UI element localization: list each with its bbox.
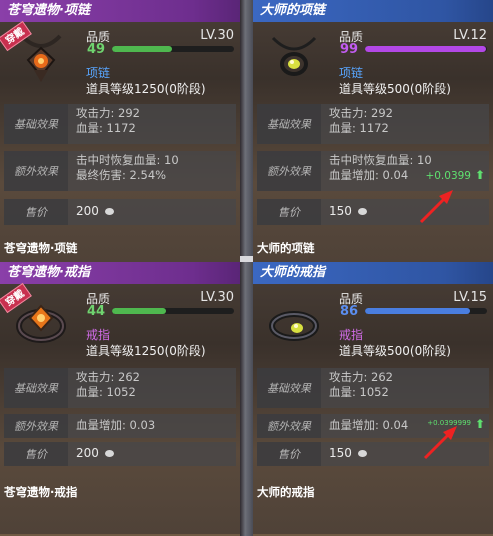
price-label: 售价 [257, 442, 321, 466]
extra-stat-1: 血量增加: 0.03 [76, 418, 156, 432]
coin-icon [104, 450, 114, 457]
price-value: 200 [76, 204, 99, 218]
extra-effect-row: 额外效果 击中时恢复血量: 10 血量增加: 0.04 +0.0399 ⬆ [257, 151, 489, 191]
base-effect-label: 基础效果 [4, 104, 68, 144]
extra-effect-label: 额外效果 [257, 414, 321, 438]
price-label: 售价 [257, 199, 321, 225]
item-type: 戒指 [86, 328, 111, 342]
extra-stat-1: 击中时恢复血量: 10 [76, 153, 179, 167]
quality-value: 49 [87, 42, 106, 57]
price-row: 售价 200 [4, 442, 236, 466]
base-effect-row: 基础效果 攻击力: 292 血量: 1172 [257, 104, 489, 144]
quality-bar [112, 308, 234, 314]
base-stat-attack: 攻击力: 292 [76, 106, 140, 120]
coin-icon [357, 208, 367, 215]
quality-value: 44 [87, 304, 106, 319]
extra-stat-2: 最终伤害: 2.54% [76, 168, 167, 182]
base-stat-hp: 血量: 1052 [76, 385, 136, 399]
card-title: 大师的戒指 [253, 262, 493, 284]
red-pointer-arrow-icon [419, 190, 453, 224]
base-effect-row: 基础效果 攻击力: 262 血量: 1052 [257, 368, 489, 408]
quality-value: 99 [340, 42, 359, 57]
bottom-item-name: 大师的戒指 [257, 485, 315, 499]
item-type: 戒指 [339, 328, 364, 342]
item-level-badge: LV.12 [453, 28, 487, 43]
item-card-relic-necklace[interactable]: 苍穹遗物·项链 穿戴 品质 49 LV.30 项链 道具等级1250(0阶段) … [0, 0, 240, 262]
card-title: 苍穹遗物·项链 [0, 0, 240, 22]
coin-icon [104, 208, 114, 215]
quality-bar [112, 46, 234, 52]
price-label: 售价 [4, 199, 68, 225]
base-effect-label: 基础效果 [4, 368, 68, 408]
extra-effect-row: 额外效果 击中时恢复血量: 10 最终伤害: 2.54% [4, 151, 236, 191]
coin-icon [357, 450, 367, 457]
ring-icon [261, 288, 327, 354]
price-label: 售价 [4, 442, 68, 466]
quality-bar [365, 46, 487, 52]
red-pointer-arrow-icon [423, 426, 457, 460]
base-stat-hp: 血量: 1172 [76, 121, 136, 135]
extra-effect-label: 额外效果 [4, 414, 68, 438]
extra-stat-1: 击中时恢复血量: 10 [329, 153, 432, 167]
quality-bar-fill [365, 46, 486, 52]
extra-effect-label: 额外效果 [257, 151, 321, 191]
quality-value: 86 [340, 304, 359, 319]
card-title: 苍穹遗物·戒指 [0, 262, 240, 284]
price-row: 售价 200 [4, 199, 236, 225]
extra-effect-row: 额外效果 血量增加: 0.03 [4, 414, 236, 438]
item-tier-level: 道具等级1250(0阶段) [86, 344, 206, 358]
quality-bar [365, 308, 487, 314]
base-effect-row: 基础效果 攻击力: 262 血量: 1052 [4, 368, 236, 408]
bottom-item-name: 苍穹遗物·戒指 [4, 485, 78, 499]
item-tier-level: 道具等级1250(0阶段) [86, 82, 206, 96]
item-tier-level: 道具等级500(0阶段) [339, 82, 451, 96]
base-stat-attack: 攻击力: 292 [329, 106, 393, 120]
card-title: 大师的项链 [253, 0, 493, 22]
quality-bar-fill [365, 308, 470, 314]
price-value: 200 [76, 446, 99, 460]
base-stat-hp: 血量: 1172 [329, 121, 389, 135]
base-effect-row: 基础效果 攻击力: 292 血量: 1172 [4, 104, 236, 144]
arrow-up-icon: ⬆ [474, 417, 485, 431]
item-tier-level: 道具等级500(0阶段) [339, 344, 451, 358]
bottom-item-name: 苍穹遗物·项链 [4, 241, 78, 255]
quality-bar-fill [112, 308, 166, 314]
bottom-item-name: 大师的项链 [257, 241, 315, 255]
extra-effect-label: 额外效果 [4, 151, 68, 191]
quality-bar-fill [112, 46, 172, 52]
vertical-divider [240, 0, 253, 536]
base-effect-label: 基础效果 [257, 104, 321, 144]
item-level-badge: LV.30 [200, 28, 234, 43]
base-stat-attack: 攻击力: 262 [76, 370, 140, 384]
base-stat-hp: 血量: 1052 [329, 385, 389, 399]
price-value: 150 [329, 204, 352, 218]
arrow-up-icon: ⬆ [474, 168, 485, 182]
item-type: 项链 [86, 66, 111, 80]
price-value: 150 [329, 446, 352, 460]
item-card-relic-ring[interactable]: 苍穹遗物·戒指 穿戴 品质 44 LV.30 戒指 道具等级1250(0阶段) … [0, 262, 240, 534]
base-effect-label: 基础效果 [257, 368, 321, 408]
comparison-grid: 苍穹遗物·项链 穿戴 品质 49 LV.30 项链 道具等级1250(0阶段) … [0, 0, 493, 536]
item-level-badge: LV.15 [453, 290, 487, 305]
stat-delta: +0.0399 [425, 170, 471, 182]
item-card-master-ring[interactable]: 大师的戒指 品质 86 LV.15 戒指 道具等级500(0阶段) 基础效果 攻… [253, 262, 493, 534]
base-stat-attack: 攻击力: 262 [329, 370, 393, 384]
necklace-icon [261, 26, 327, 92]
item-type: 项链 [339, 66, 364, 80]
item-level-badge: LV.30 [200, 290, 234, 305]
item-card-master-necklace[interactable]: 大师的项链 品质 99 LV.12 项链 道具等级500(0阶段) 基础效果 攻… [253, 0, 493, 262]
